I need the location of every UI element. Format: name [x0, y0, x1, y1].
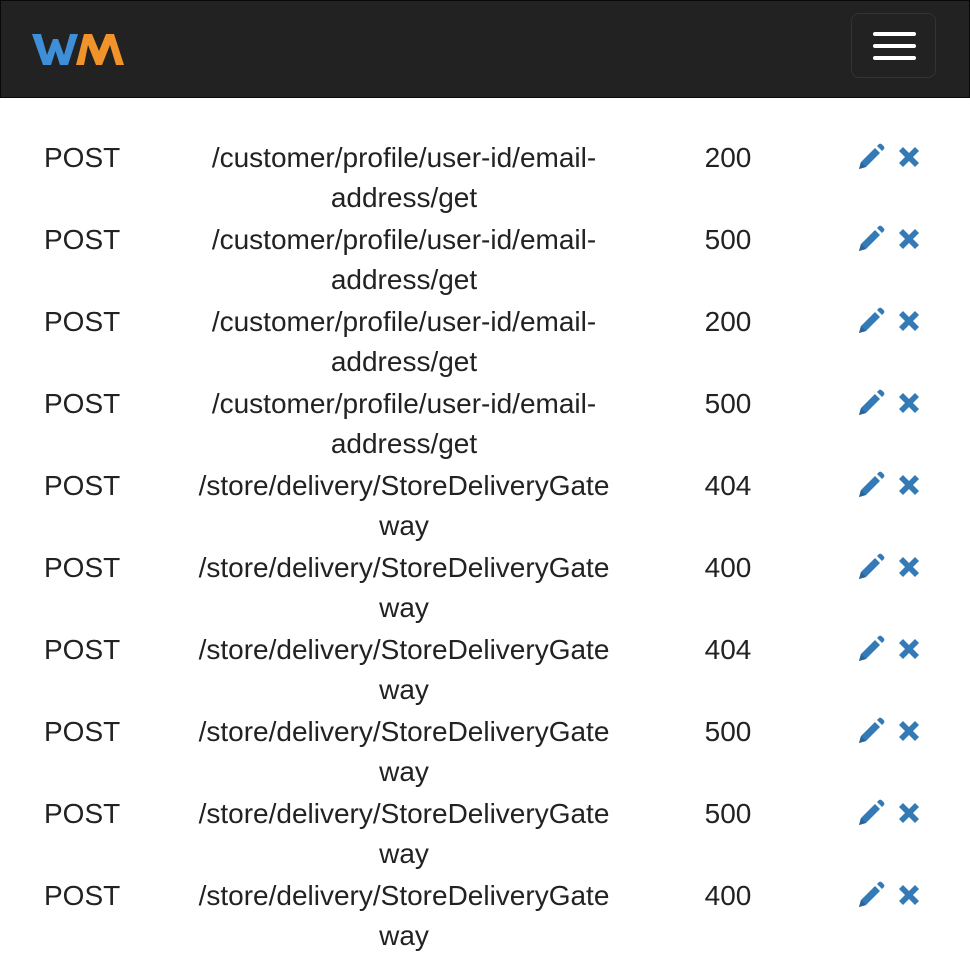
row-status: 500 — [704, 388, 752, 419]
pencil-icon[interactable] — [856, 798, 886, 828]
row-actions — [856, 880, 926, 912]
row-endpoint-line1: /store/delivery/StoreDeliveryGate — [198, 470, 610, 501]
row-endpoint-line2: way — [379, 674, 429, 705]
table-row: POST/store/delivery/StoreDeliveryGate way… — [0, 548, 970, 630]
row-method: POST — [44, 306, 121, 337]
row-endpoint-line1: /customer/profile/user-id/email- — [211, 388, 597, 419]
table-row: POST/customer/profile/user-id/email-addr… — [0, 220, 970, 302]
row-endpoint-line2: way — [379, 510, 429, 541]
pencil-icon[interactable] — [856, 142, 886, 172]
pencil-icon[interactable] — [856, 388, 886, 418]
row-method: POST — [44, 552, 121, 583]
row-status: 500 — [704, 716, 752, 747]
close-icon[interactable] — [894, 716, 924, 746]
row-actions — [856, 306, 926, 338]
row-method: POST — [44, 634, 121, 665]
row-endpoint-line2: address/get — [330, 428, 478, 459]
hamburger-menu-icon — [873, 32, 916, 36]
pencil-icon[interactable] — [856, 470, 886, 500]
row-actions — [856, 470, 926, 502]
row-endpoint: /store/delivery/StoreDeliveryGate way — [190, 630, 618, 710]
row-status: 404 — [704, 470, 752, 501]
table-row: POST/store/delivery/StoreDeliveryGate way… — [0, 712, 970, 794]
pencil-icon[interactable] — [856, 880, 886, 910]
row-endpoint: /store/delivery/StoreDeliveryGate way — [190, 548, 618, 628]
row-endpoint: /customer/profile/user-id/email-address/… — [190, 302, 618, 382]
table-row: POST/store/delivery/StoreDeliveryGate way… — [0, 466, 970, 548]
row-method: POST — [44, 470, 121, 501]
row-method: POST — [44, 798, 121, 829]
table-row: POST/customer/profile/user-id/email-addr… — [0, 302, 970, 384]
hamburger-bar — [873, 44, 916, 48]
close-icon[interactable] — [894, 634, 924, 664]
row-status: 404 — [704, 634, 752, 665]
row-endpoint-line1: /store/delivery/StoreDeliveryGate — [198, 552, 610, 583]
row-method: POST — [44, 224, 121, 255]
close-icon[interactable] — [894, 306, 924, 336]
close-icon[interactable] — [894, 388, 924, 418]
close-icon[interactable] — [894, 798, 924, 828]
row-endpoint-line2: address/get — [330, 346, 478, 377]
row-endpoint-line1: /store/delivery/StoreDeliveryGate — [198, 716, 610, 747]
row-endpoint-line1: /customer/profile/user-id/email- — [211, 142, 597, 173]
row-endpoint-line2: address/get — [330, 182, 478, 213]
row-method: POST — [44, 388, 121, 419]
row-endpoint: /store/delivery/StoreDeliveryGate way — [190, 876, 618, 956]
close-icon[interactable] — [894, 880, 924, 910]
table-row: POST/store/delivery/StoreDeliveryGate way… — [0, 876, 970, 958]
row-endpoint: /customer/profile/user-id/email-address/… — [190, 384, 618, 464]
row-actions — [856, 716, 926, 748]
row-endpoint-line2: way — [379, 920, 429, 951]
row-endpoint-line2: way — [379, 838, 429, 869]
row-status: 400 — [704, 880, 752, 911]
row-status: 200 — [704, 306, 752, 337]
row-endpoint-line1: /customer/profile/user-id/email- — [211, 224, 597, 255]
row-endpoint-line2: way — [379, 756, 429, 787]
row-actions — [856, 798, 926, 830]
row-actions — [856, 224, 926, 256]
row-status: 500 — [704, 798, 752, 829]
row-method: POST — [44, 716, 121, 747]
row-endpoint: /store/delivery/StoreDeliveryGate way — [190, 712, 618, 792]
row-endpoint: /customer/profile/user-id/email-address/… — [190, 138, 618, 218]
pencil-icon[interactable] — [856, 552, 886, 582]
pencil-icon[interactable] — [856, 634, 886, 664]
row-method: POST — [44, 880, 121, 911]
row-actions — [856, 634, 926, 666]
table-row: POST/store/delivery/StoreDeliveryGate way… — [0, 630, 970, 712]
row-actions — [856, 552, 926, 584]
row-endpoint-line2: address/get — [330, 264, 478, 295]
row-status: 200 — [704, 142, 752, 173]
close-icon[interactable] — [894, 552, 924, 582]
close-icon[interactable] — [894, 470, 924, 500]
table-row: POST/customer/profile/user-id/email-addr… — [0, 384, 970, 466]
navbar — [0, 0, 970, 98]
table-row: POST/store/delivery/StoreDeliveryGate way… — [0, 794, 970, 876]
hamburger-bar — [873, 56, 916, 60]
row-method: POST — [44, 142, 121, 173]
row-status: 400 — [704, 552, 752, 583]
navbar-toggle-button[interactable] — [851, 13, 936, 78]
row-actions — [856, 388, 926, 420]
pencil-icon[interactable] — [856, 716, 886, 746]
close-icon[interactable] — [894, 224, 924, 254]
row-endpoint: /store/delivery/StoreDeliveryGate way — [190, 466, 618, 546]
row-endpoint-line2: way — [379, 592, 429, 623]
row-endpoint-line1: /store/delivery/StoreDeliveryGate — [198, 880, 610, 911]
pencil-icon[interactable] — [856, 306, 886, 336]
pencil-icon[interactable] — [856, 224, 886, 254]
row-endpoint-line1: /store/delivery/StoreDeliveryGate — [198, 634, 610, 665]
table-row: POST/customer/profile/user-id/email-addr… — [0, 138, 970, 220]
row-status: 500 — [704, 224, 752, 255]
row-endpoint: /customer/profile/user-id/email-address/… — [190, 220, 618, 300]
endpoint-table: POST/customer/profile/user-id/email-addr… — [0, 98, 970, 958]
row-endpoint-line1: /store/delivery/StoreDeliveryGate — [198, 798, 610, 829]
close-icon[interactable] — [894, 142, 924, 172]
row-endpoint-line1: /customer/profile/user-id/email- — [211, 306, 597, 337]
brand-logo[interactable] — [32, 31, 129, 67]
row-endpoint: /store/delivery/StoreDeliveryGate way — [190, 794, 618, 874]
row-actions — [856, 142, 926, 174]
